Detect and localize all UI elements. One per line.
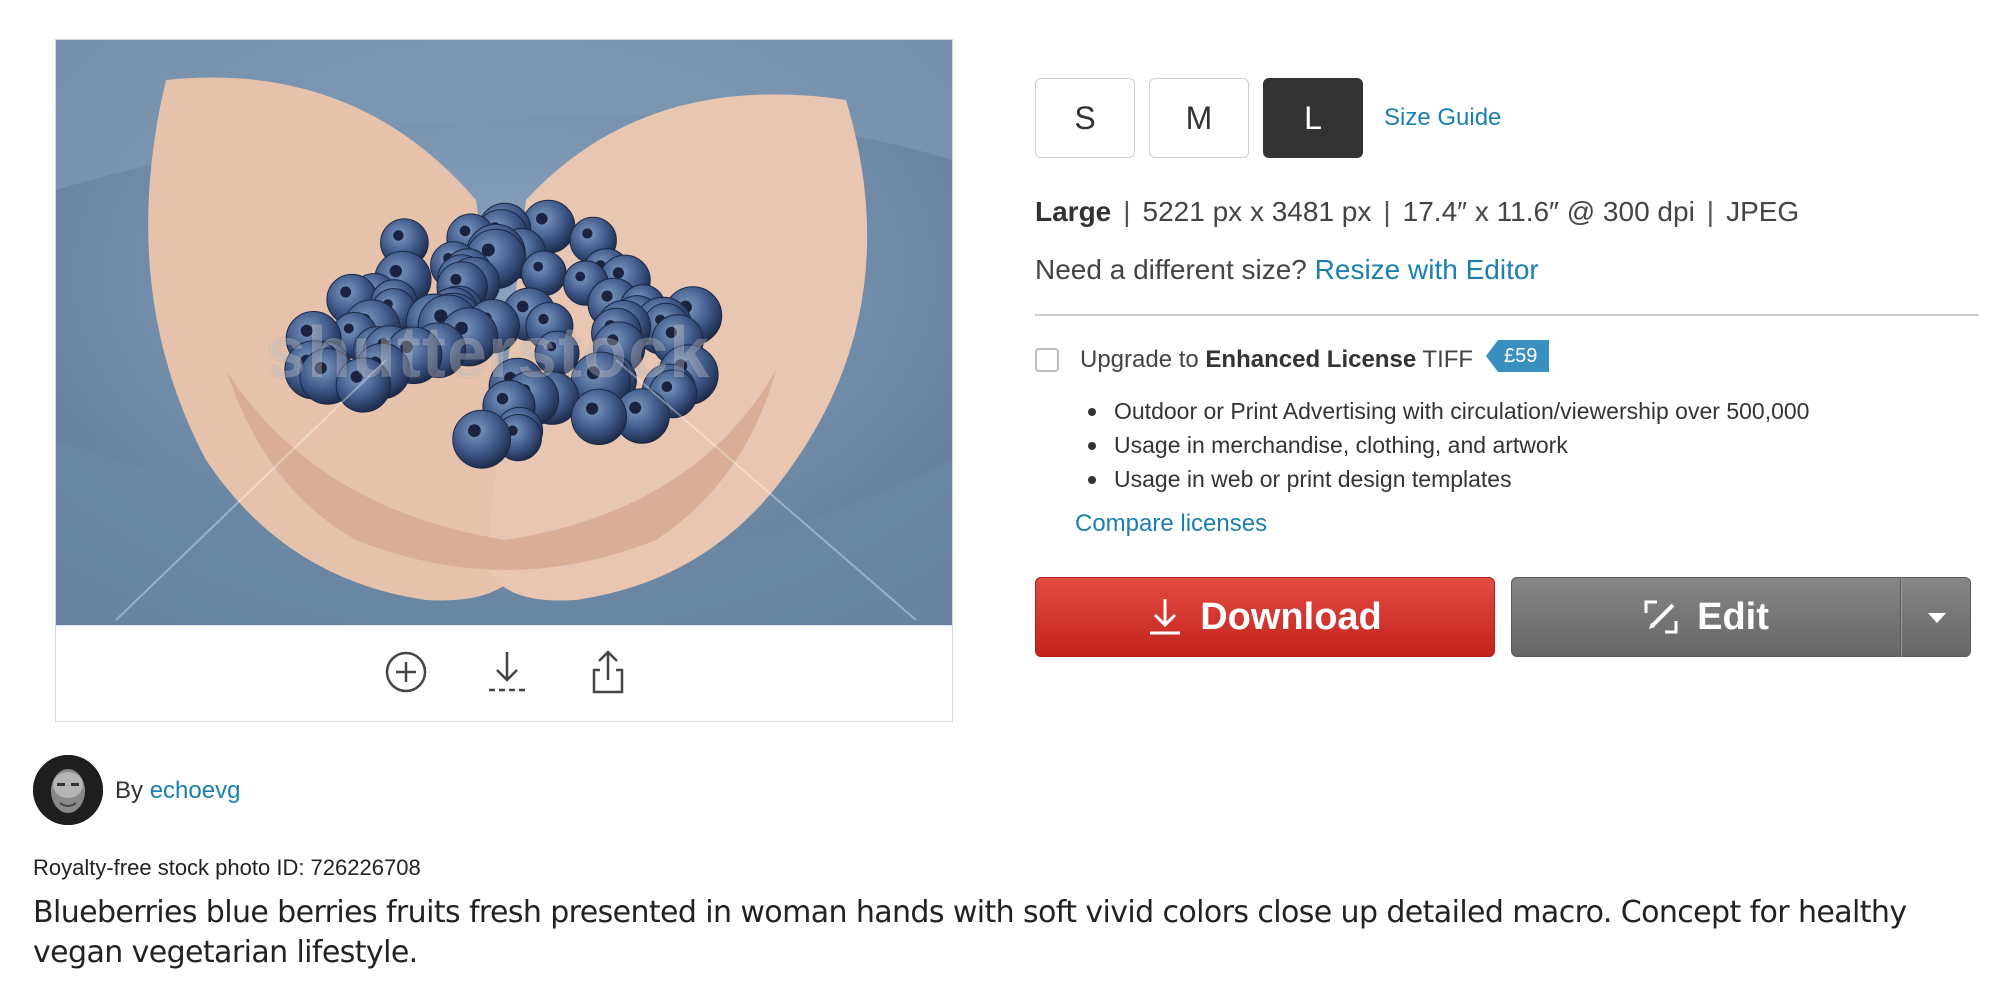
list-item: Usage in web or print design templates [1088, 462, 1809, 496]
print-dimensions: 17.4″ x 11.6″ @ 300 dpi [1402, 196, 1695, 227]
license-name: Enhanced License [1205, 346, 1417, 373]
size-guide-link[interactable]: Size Guide [1384, 104, 1501, 132]
image-preview-panel: shutterstock [55, 39, 953, 722]
upgrade-label: Upgrade to Enhanced License TIFF [1080, 346, 1473, 374]
size-option-s[interactable]: S [1035, 78, 1135, 158]
image-detail-page: shutterstock S M L Size Guide Large | 52… [0, 0, 2016, 1000]
by-label: By [115, 777, 144, 804]
edit-button[interactable]: Edit [1511, 577, 1901, 657]
photo-actions-bar [56, 625, 952, 721]
share-icon[interactable] [584, 648, 632, 696]
price-badge: £59 [1486, 340, 1550, 372]
license-benefits-list: Outdoor or Print Advertising with circul… [1088, 394, 1809, 496]
photo-description: Blueberries blue berries fruits fresh pr… [33, 895, 1907, 970]
edit-options-dropdown[interactable] [1901, 577, 1971, 657]
resize-prompt: Need a different size? Resize with Edito… [1035, 254, 1539, 286]
upgrade-format: TIFF [1422, 346, 1474, 373]
resize-question: Need a different size? [1035, 254, 1307, 285]
edit-label: Edit [1697, 595, 1769, 638]
edit-icon [1644, 600, 1678, 634]
download-label: Download [1200, 595, 1382, 638]
author-link[interactable]: echoevg [150, 777, 241, 804]
list-item: Usage in merchandise, clothing, and artw… [1088, 428, 1809, 462]
download-button[interactable]: Download [1035, 577, 1495, 657]
spec-separator: | [1383, 196, 1391, 227]
download-icon[interactable] [483, 648, 531, 696]
avatar[interactable] [33, 755, 103, 825]
spec-separator: | [1706, 196, 1715, 227]
file-format: JPEG [1726, 196, 1800, 227]
plus-circle-icon[interactable] [382, 648, 430, 696]
chevron-down-icon [1928, 613, 1946, 623]
size-option-l[interactable]: L [1263, 78, 1363, 158]
stock-photo[interactable]: shutterstock [56, 40, 952, 625]
size-option-m[interactable]: M [1149, 78, 1249, 158]
upgrade-prefix: Upgrade to [1080, 346, 1199, 373]
list-item: Outdoor or Print Advertising with circul… [1088, 394, 1809, 428]
enhanced-license-checkbox[interactable] [1035, 348, 1059, 372]
photo-id: Royalty-free stock photo ID: 726226708 [33, 855, 421, 880]
size-name: Large [1035, 196, 1112, 227]
size-specs: Large | 5221 px x 3481 px | 17.4″ x 11.6″ @ … [1035, 196, 1799, 228]
pixel-dimensions: 5221 px x 3481 px [1142, 196, 1372, 227]
author-byline: By echoevg [115, 777, 240, 805]
divider [1035, 314, 1979, 316]
resize-with-editor-link[interactable]: Resize with Editor [1315, 254, 1539, 285]
download-icon [1150, 599, 1181, 635]
spec-separator: | [1123, 196, 1131, 227]
compare-licenses-link[interactable]: Compare licenses [1075, 510, 1267, 538]
